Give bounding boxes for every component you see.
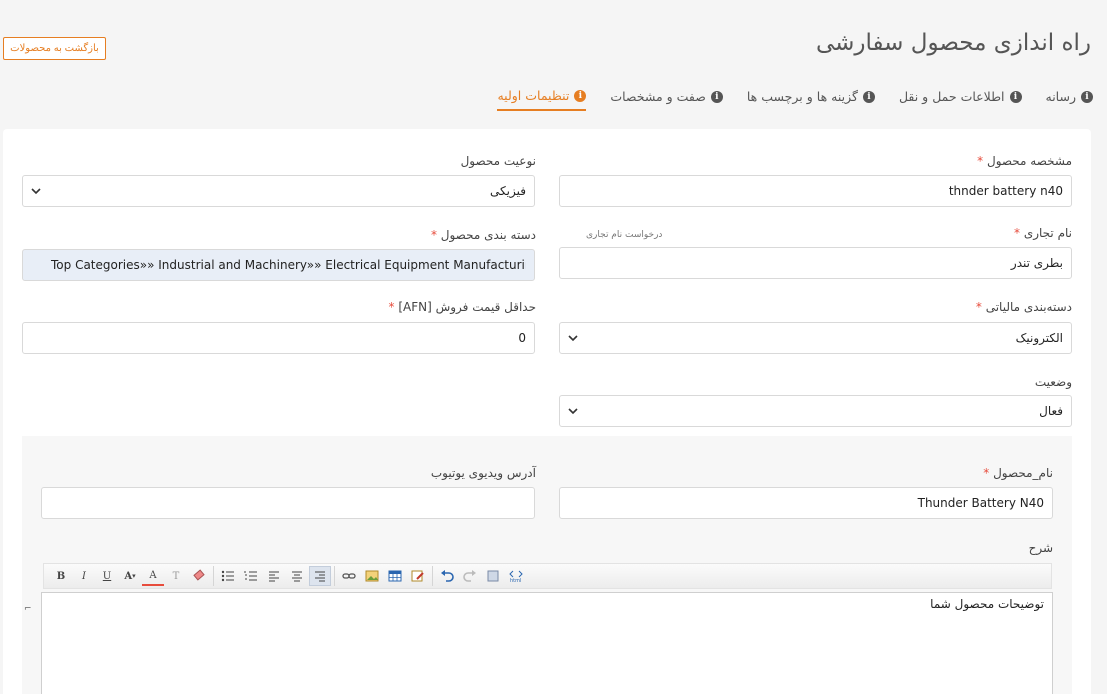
bullet-list-icon[interactable] bbox=[217, 566, 239, 586]
product-id-label: مشخصه محصول * bbox=[977, 154, 1072, 168]
resize-handle-icon[interactable]: ⌐ bbox=[24, 604, 32, 614]
min-price-label: حداقل قیمت فروش [AFN] * bbox=[388, 300, 537, 314]
tab-media[interactable]: i رسانه bbox=[1045, 88, 1093, 111]
product-type-select[interactable]: فیزیکی bbox=[22, 175, 535, 207]
status-select[interactable]: فعال bbox=[559, 395, 1072, 427]
numbered-list-icon[interactable] bbox=[240, 566, 262, 586]
html-source-icon[interactable]: html bbox=[505, 566, 527, 586]
toolbar-group-history: html bbox=[433, 566, 530, 586]
underline-button[interactable]: U bbox=[96, 566, 118, 586]
description-content: توضیحات محصول شما bbox=[930, 597, 1044, 611]
tab-label: تنظیمات اولیه bbox=[497, 88, 570, 103]
edit-table-icon[interactable] bbox=[407, 566, 429, 586]
product-name-label: نام_محصول * bbox=[983, 466, 1053, 480]
product-name-input[interactable]: Thunder Battery N40 bbox=[559, 487, 1053, 519]
youtube-url-input[interactable] bbox=[41, 487, 535, 519]
chevron-down-icon bbox=[568, 335, 578, 342]
info-icon: i bbox=[574, 89, 587, 102]
tab-attributes[interactable]: i صفت و مشخصات bbox=[610, 88, 723, 111]
info-icon: i bbox=[862, 90, 875, 103]
fullscreen-icon[interactable] bbox=[482, 566, 504, 586]
align-left-icon[interactable] bbox=[263, 566, 285, 586]
image-icon[interactable] bbox=[361, 566, 383, 586]
font-color-button[interactable]: A bbox=[142, 566, 164, 586]
trade-name-request-link[interactable]: درخواست نام تجاری bbox=[586, 230, 662, 240]
eraser-icon[interactable] bbox=[188, 566, 210, 586]
youtube-url-label: آدرس ویدیوی یوتیوب bbox=[430, 466, 536, 480]
info-icon: i bbox=[710, 90, 723, 103]
back-to-products-button[interactable]: بازگشت به محصولات bbox=[3, 37, 106, 60]
description-editor[interactable]: توضیحات محصول شما bbox=[41, 592, 1053, 694]
trade-name-input[interactable]: بطری تندر bbox=[559, 247, 1072, 279]
toolbar-group-paragraph bbox=[214, 566, 335, 586]
page-title: راه اندازی محصول سفارشی bbox=[815, 30, 1091, 56]
bold-button[interactable]: B bbox=[50, 566, 72, 586]
category-label: دسته بندی محصول * bbox=[430, 228, 536, 242]
toolbar-group-format: B I U A ▾ A T bbox=[47, 566, 214, 586]
chevron-down-icon bbox=[568, 408, 578, 415]
align-center-icon[interactable] bbox=[286, 566, 308, 586]
tab-label: اطلاعات حمل و نقل bbox=[898, 89, 1005, 104]
align-right-icon[interactable] bbox=[309, 566, 331, 586]
tab-basic-settings[interactable]: i تنظیمات اولیه bbox=[497, 88, 587, 111]
status-label: وضعیت bbox=[1034, 375, 1072, 389]
tab-label: رسانه bbox=[1045, 89, 1077, 104]
category-select[interactable]: Top Categories»» Industrial and Machiner… bbox=[22, 249, 535, 281]
tab-label: گزینه ها و برچسب ها bbox=[746, 89, 858, 104]
tab-bar: i تنظیمات اولیه i صفت و مشخصات i گزینه ه… bbox=[497, 88, 1093, 111]
tax-class-label: دسته‌بندی مالیاتی * bbox=[975, 300, 1072, 314]
font-size-button[interactable]: A ▾ bbox=[119, 566, 141, 586]
svg-text:html: html bbox=[510, 578, 521, 583]
text-style-button[interactable]: T bbox=[165, 566, 187, 586]
trade-name-label: نام تجاری * bbox=[1014, 226, 1072, 240]
product-type-label: نوعیت محصول bbox=[460, 154, 536, 168]
link-icon[interactable] bbox=[338, 566, 360, 586]
description-label: شرح bbox=[1028, 541, 1053, 555]
tab-options-tags[interactable]: i گزینه ها و برچسب ها bbox=[747, 88, 875, 111]
info-icon: i bbox=[1009, 90, 1022, 103]
undo-icon[interactable] bbox=[436, 566, 458, 586]
info-icon: i bbox=[1081, 90, 1093, 103]
product-id-input[interactable]: thnder battery n40 bbox=[559, 175, 1072, 207]
toolbar-group-insert bbox=[335, 566, 433, 586]
italic-button[interactable]: I bbox=[73, 566, 95, 586]
editor-toolbar: B I U A ▾ A T html bbox=[43, 563, 1052, 589]
tab-shipping[interactable]: i اطلاعات حمل و نقل bbox=[899, 88, 1022, 111]
table-icon[interactable] bbox=[384, 566, 406, 586]
chevron-down-icon bbox=[31, 188, 41, 195]
tab-label: صفت و مشخصات bbox=[610, 89, 706, 104]
redo-icon[interactable] bbox=[459, 566, 481, 586]
min-price-input[interactable]: 0 bbox=[22, 322, 535, 354]
tax-class-select[interactable]: الکترونیک bbox=[559, 322, 1072, 354]
